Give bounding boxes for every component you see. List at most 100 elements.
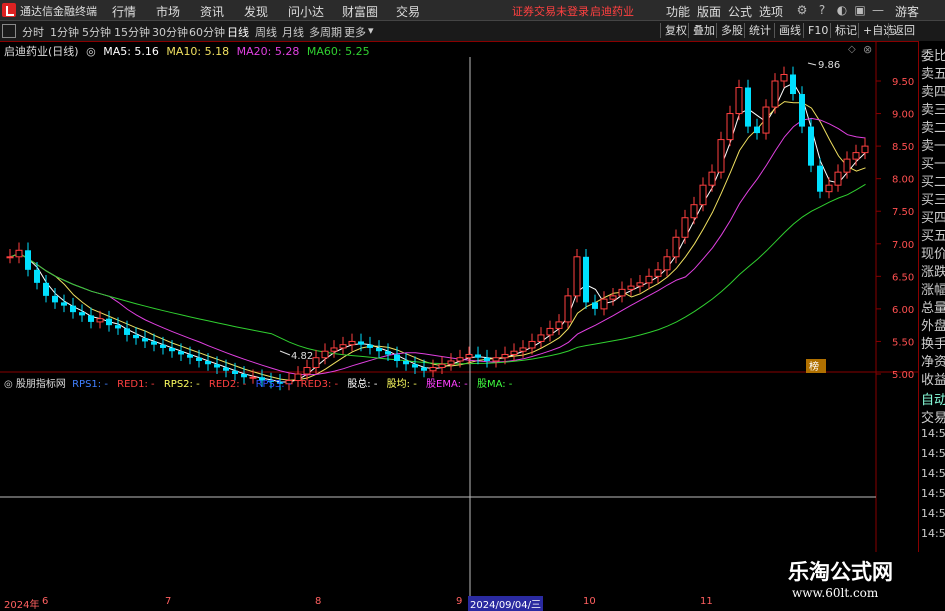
gu-ma-label: 股MA: -: [476, 379, 513, 390]
candle-body: [412, 364, 418, 368]
draw-line-button[interactable]: 画线: [774, 23, 805, 38]
price-axis: 9.50 9.00 8.50 8.00 7.50 7.00 6.50 6.00 5.50 5.00: [876, 77, 914, 381]
axis-month: 8: [315, 596, 322, 607]
close-circle-icon[interactable]: ⊗: [863, 43, 872, 56]
candle-body: [96, 318, 104, 323]
menu-function[interactable]: 功能: [666, 3, 690, 20]
period-daily[interactable]: 日线: [227, 24, 249, 40]
period-monthly[interactable]: 月线: [282, 24, 304, 40]
period-60min[interactable]: 60分钟: [189, 24, 225, 40]
menu-layout[interactable]: 版面: [697, 3, 721, 20]
period-more[interactable]: 更多: [344, 24, 366, 40]
panel-item[interactable]: 卖三: [921, 99, 945, 118]
menu-quotes[interactable]: 行情: [112, 3, 136, 20]
period-15min[interactable]: 15分钟: [114, 24, 150, 40]
candle-body: [61, 302, 67, 306]
tick-time: 14:56: [921, 527, 945, 540]
f10-button[interactable]: F10: [803, 23, 832, 38]
layout-toggle-icon[interactable]: [2, 24, 16, 38]
period-1min[interactable]: 1分钟: [50, 24, 79, 40]
candle-body: [151, 341, 157, 345]
period-5min[interactable]: 5分钟: [82, 24, 111, 40]
panel-item[interactable]: 净资: [921, 351, 945, 370]
settings-icon[interactable]: ⚙: [794, 2, 810, 18]
panel-item[interactable]: 买三: [921, 189, 945, 208]
chevron-down-icon[interactable]: ▾: [368, 24, 374, 37]
panel-item[interactable]: 换手: [921, 333, 945, 352]
tick-time: 14:56: [921, 507, 945, 520]
multi-stock-button[interactable]: 多股: [716, 23, 747, 38]
panel-item[interactable]: 买一: [921, 153, 945, 172]
menu-trade[interactable]: 交易: [396, 3, 420, 20]
indicator-name[interactable]: 股朋指标网: [16, 379, 66, 390]
period-intraday[interactable]: 分时: [22, 24, 44, 40]
panel-item[interactable]: 买四: [921, 207, 945, 226]
candle-body: [852, 152, 860, 160]
menu-discover[interactable]: 发现: [244, 3, 268, 20]
panel-item[interactable]: 涨跌: [921, 261, 945, 280]
panel-item[interactable]: 卖四: [921, 81, 945, 100]
low-price-label: 4.82: [291, 351, 313, 362]
panel-item[interactable]: 外盘: [921, 315, 945, 334]
candle-body: [339, 344, 347, 349]
panel-item[interactable]: 买二: [921, 171, 945, 190]
menu-formula[interactable]: 公式: [728, 3, 752, 20]
lock-icon[interactable]: ▣: [852, 2, 868, 18]
panel-item[interactable]: 涨幅: [921, 279, 945, 298]
candle-body: [654, 269, 662, 277]
login-status[interactable]: 证券交易未登录: [512, 3, 589, 19]
candle-body: [438, 363, 446, 368]
menu-news[interactable]: 资讯: [200, 3, 224, 20]
candle-body: [717, 139, 725, 173]
period-30min[interactable]: 30分钟: [152, 24, 188, 40]
candle-body: [699, 184, 707, 206]
mark-button[interactable]: 标记: [830, 23, 861, 38]
minimize-icon[interactable]: —: [870, 2, 886, 18]
candle-body: [726, 113, 734, 141]
diamond-icon[interactable]: ◇: [848, 44, 856, 55]
adjust-button[interactable]: 复权: [660, 23, 691, 38]
panel-item[interactable]: 买五: [921, 225, 945, 244]
candle-body: [609, 295, 617, 300]
back-button[interactable]: 返回: [888, 23, 919, 38]
candle-body: [88, 315, 94, 322]
price-tick-label: 9.00: [892, 110, 914, 121]
panel-item[interactable]: 总量: [921, 297, 945, 316]
candle-body: [312, 357, 320, 368]
candle-body: [645, 275, 653, 284]
indicator-settings-icon[interactable]: ◎: [4, 379, 13, 390]
ma-line: [10, 101, 866, 381]
candle-body: [169, 347, 175, 352]
help-icon[interactable]: ?: [814, 2, 830, 18]
menu-options[interactable]: 选项: [759, 3, 783, 20]
candle-body: [825, 184, 833, 193]
settings-circle-icon[interactable]: ◎: [86, 45, 96, 58]
skin-icon[interactable]: ◐: [834, 2, 850, 18]
period-weekly[interactable]: 周线: [255, 24, 277, 40]
panel-item[interactable]: 收益: [921, 369, 945, 388]
panel-item[interactable]: 卖五: [921, 63, 945, 82]
menu-market[interactable]: 市场: [156, 3, 180, 20]
candle-body: [385, 351, 391, 355]
panel-item[interactable]: 卖一: [921, 135, 945, 154]
trade-label[interactable]: 交易: [921, 407, 945, 426]
panel-item[interactable]: 现价: [921, 243, 945, 262]
candle-body: [465, 353, 473, 359]
statistics-button[interactable]: 统计: [744, 23, 775, 38]
candle-body: [214, 364, 220, 368]
candle-body: [429, 366, 437, 372]
candle-body: [358, 341, 364, 345]
candlestick-chart[interactable]: 9.50 9.00 8.50 8.00 7.50 7.00 6.50 6.00 5.50 5.00…: [0, 41, 918, 596]
menu-wealth-circle[interactable]: 财富圈: [342, 3, 378, 20]
panel-item[interactable]: 卖二: [921, 117, 945, 136]
overlay-button[interactable]: 叠加: [688, 23, 719, 38]
auto-trade-label[interactable]: 自动: [921, 389, 945, 408]
candles: [6, 66, 869, 391]
menu-ask[interactable]: 问小达: [288, 3, 324, 20]
candle-body: [43, 282, 49, 296]
period-multi[interactable]: 多周期: [309, 24, 342, 40]
panel-item[interactable]: 委比: [921, 45, 945, 64]
candle-body: [780, 73, 788, 82]
candle-body: [663, 256, 671, 271]
user-guest[interactable]: 游客: [895, 3, 919, 20]
